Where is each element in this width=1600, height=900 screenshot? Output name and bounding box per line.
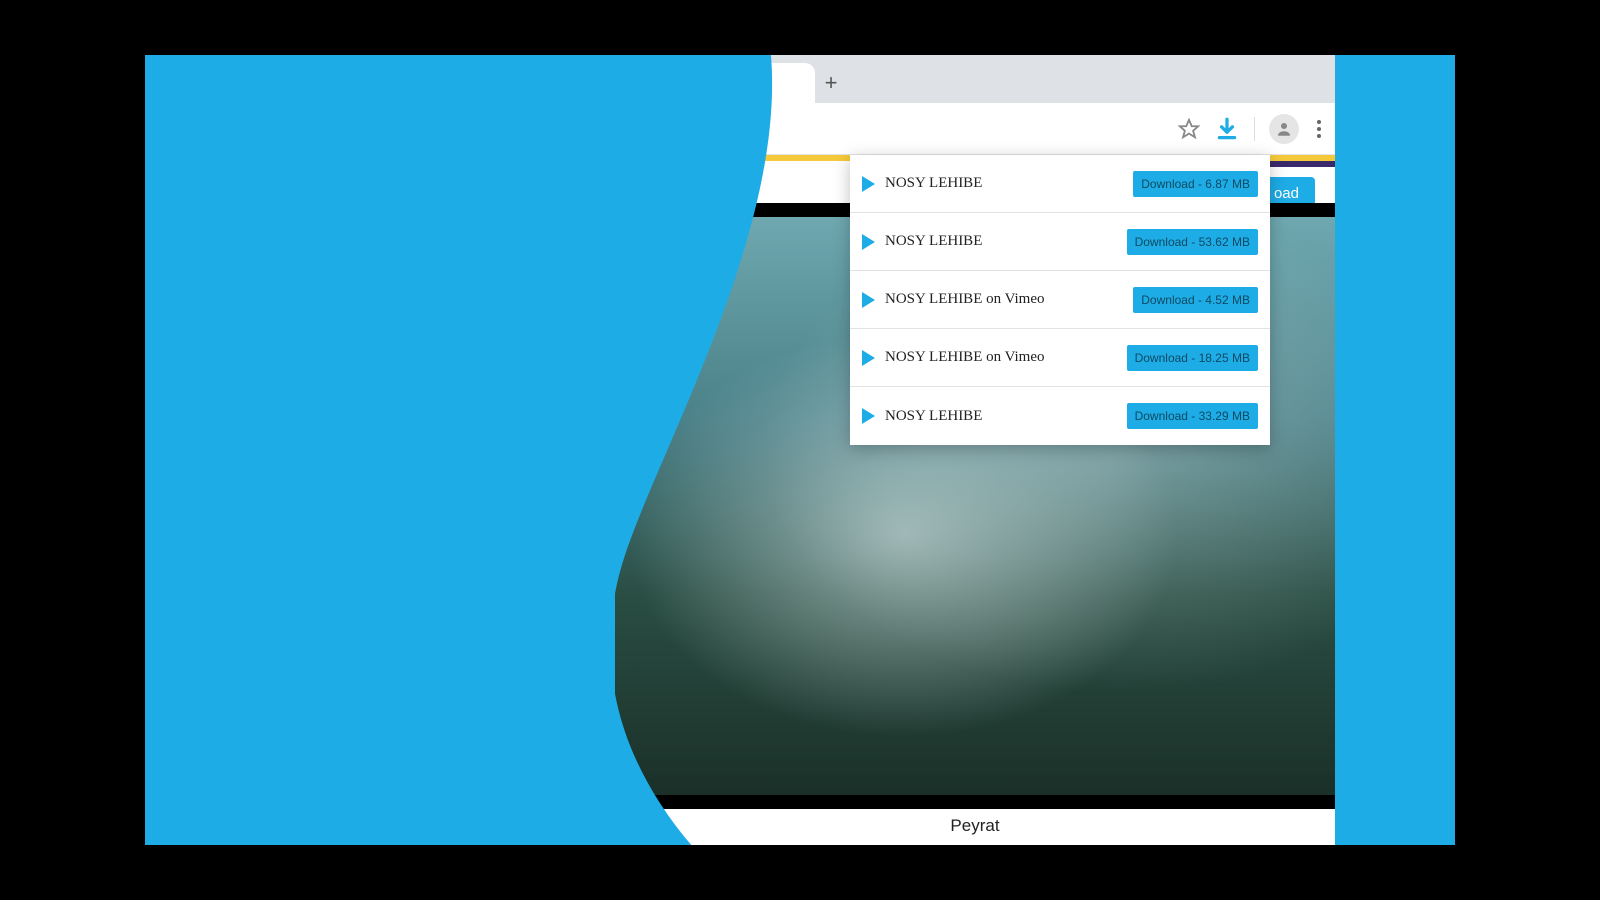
format-label: MP4 — [400, 536, 432, 553]
format-label: FLV — [500, 536, 529, 553]
separator — [1254, 117, 1255, 141]
download-item-title: NOSY LEHIBE — [885, 175, 1123, 192]
url-domain: .com/ — [635, 118, 679, 138]
downloader-extension-icon[interactable] — [1214, 116, 1240, 142]
format-flv: FLV — [486, 478, 542, 557]
url-path: 363557083 — [679, 118, 769, 138]
new-tab-button[interactable]: + — [815, 63, 847, 103]
mp4-icon — [388, 478, 444, 530]
format-label: AVİ — [305, 536, 330, 553]
play-icon — [862, 350, 875, 366]
avi-icon — [290, 478, 346, 530]
download-logo-icon — [410, 175, 520, 285]
download-item-title: NOSY LEHIBE on Vimeo — [885, 349, 1117, 366]
download-item-title: NOSY LEHIBE — [885, 408, 1117, 425]
download-item: NOSY LEHIBE on Vimeo Download - 4.52 MB — [850, 271, 1270, 329]
play-icon — [862, 176, 875, 192]
download-item: NOSY LEHIBE Download - 33.29 MB — [850, 387, 1270, 445]
download-button[interactable]: Download - 4.52 MB — [1133, 287, 1258, 313]
play-icon — [862, 234, 875, 250]
download-button[interactable]: Download - 18.25 MB — [1127, 345, 1258, 371]
tab-strip: »SY LEHIBE on × + — [615, 55, 1335, 103]
browser-menu-icon[interactable] — [1313, 120, 1325, 138]
extension-popup: NOSY LEHIBE Download - 6.87 MB NOSY LEHI… — [850, 155, 1270, 445]
download-button[interactable]: Download - 6.87 MB — [1133, 171, 1258, 197]
download-item: NOSY LEHIBE on Vimeo Download - 18.25 MB — [850, 329, 1270, 387]
download-button[interactable]: Download - 53.62 MB — [1127, 229, 1258, 255]
bookmark-star-icon[interactable] — [1178, 118, 1200, 140]
profile-avatar-icon[interactable] — [1269, 114, 1299, 144]
browser-tab[interactable]: »SY LEHIBE on × — [615, 63, 815, 103]
format-avi: AVİ — [290, 478, 346, 557]
close-tab-icon[interactable]: × — [749, 73, 760, 94]
download-item-title: NOSY LEHIBE — [885, 233, 1117, 250]
tab-title: »SY LEHIBE on — [629, 75, 735, 92]
download-item-title: NOSY LEHIBE on Vimeo — [885, 291, 1123, 308]
promo-title-main: Video Downlaoder — [236, 310, 622, 357]
format-mp4: MP4 — [388, 478, 444, 557]
video-caption: Peyrat — [615, 811, 1335, 841]
flv-icon — [486, 478, 542, 530]
address-bar: .com/363557083 — [615, 103, 1335, 155]
play-icon — [862, 292, 875, 308]
play-icon — [862, 408, 875, 424]
download-item: NOSY LEHIBE Download - 53.62 MB — [850, 213, 1270, 271]
download-button[interactable]: Download - 33.29 MB — [1127, 403, 1258, 429]
download-item: NOSY LEHIBE Download - 6.87 MB — [850, 155, 1270, 213]
app-canvas: Video Downlaoder Pro Download video from… — [145, 55, 1455, 845]
url-display[interactable]: .com/363557083 — [635, 118, 1164, 139]
browser-window: »SY LEHIBE on × + .com/363557083 — [615, 55, 1335, 845]
